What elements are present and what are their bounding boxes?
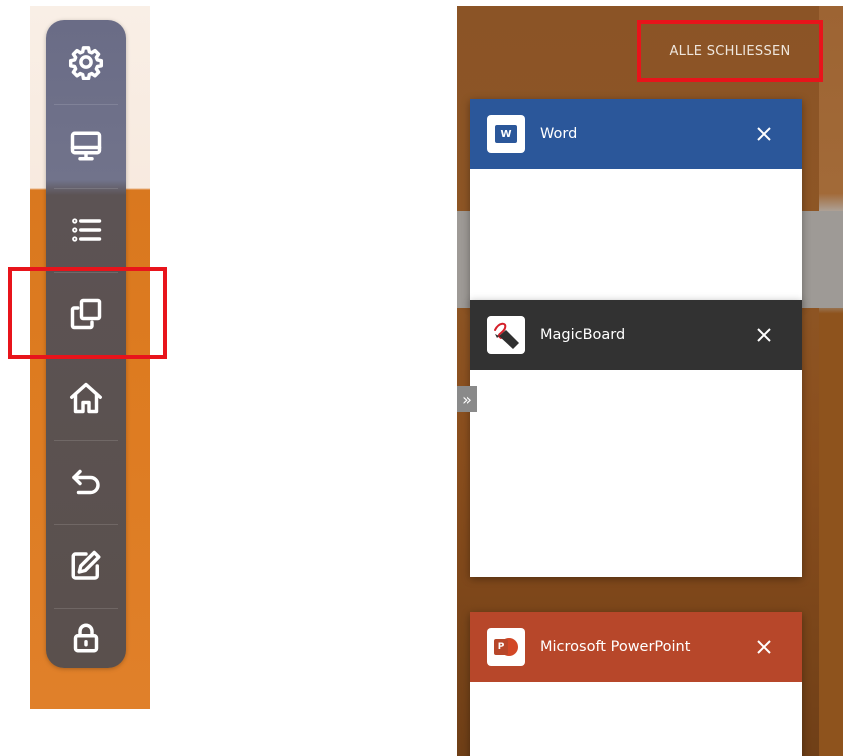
window-title: MagicBoard	[540, 327, 626, 343]
window-card-powerpoint[interactable]: P Microsoft PowerPoint	[470, 612, 802, 756]
highlight-box-windows	[8, 267, 167, 359]
close-icon	[757, 328, 771, 342]
window-preview	[470, 370, 802, 577]
lock-icon	[73, 623, 99, 653]
close-window-button[interactable]	[750, 321, 778, 349]
window-title: Word	[540, 126, 578, 142]
window-title: Microsoft PowerPoint	[540, 639, 691, 655]
sidebar-item-home[interactable]	[46, 356, 126, 440]
close-all-label: ALLE SCHLIESSEN	[669, 43, 791, 59]
expand-handle[interactable]: »	[457, 386, 477, 412]
window-card-header: W Word	[470, 99, 802, 169]
window-card-magicboard[interactable]: MagicBoard	[470, 300, 802, 577]
window-card-header: P Microsoft PowerPoint	[470, 612, 802, 682]
close-window-button[interactable]	[750, 120, 778, 148]
window-preview	[470, 682, 802, 756]
window-preview	[470, 169, 802, 305]
close-icon	[757, 640, 771, 654]
window-card-header: MagicBoard	[470, 300, 802, 370]
close-icon	[757, 127, 771, 141]
sidebar-item-list[interactable]	[46, 188, 126, 272]
sidebar-item-edit[interactable]	[46, 524, 126, 608]
window-card-word[interactable]: W Word	[470, 99, 802, 305]
sidebar-item-settings[interactable]	[46, 20, 126, 104]
sidebar-item-lock[interactable]	[46, 608, 126, 668]
magicboard-icon	[487, 316, 525, 354]
close-window-button[interactable]	[750, 633, 778, 661]
back-icon	[72, 469, 100, 495]
monitor-icon	[70, 131, 102, 161]
close-all-button[interactable]: ALLE SCHLIESSEN	[637, 20, 823, 82]
task-view-panel: ALLE SCHLIESSEN W Word MagicBoard P Micr…	[457, 6, 843, 756]
powerpoint-icon: P	[487, 628, 525, 666]
edit-icon	[71, 550, 101, 580]
powerpoint-logo-mark: P	[494, 636, 518, 658]
background-edge	[819, 6, 843, 756]
word-icon: W	[487, 115, 525, 153]
list-icon	[72, 218, 102, 242]
powerpoint-logo-letter: P	[494, 639, 508, 655]
sidebar-item-back[interactable]	[46, 440, 126, 524]
magicboard-logo	[487, 316, 525, 354]
sidebar-item-display[interactable]	[46, 104, 126, 188]
word-logo-mark: W	[495, 125, 517, 143]
home-icon	[70, 382, 102, 414]
gear-icon	[68, 46, 104, 80]
